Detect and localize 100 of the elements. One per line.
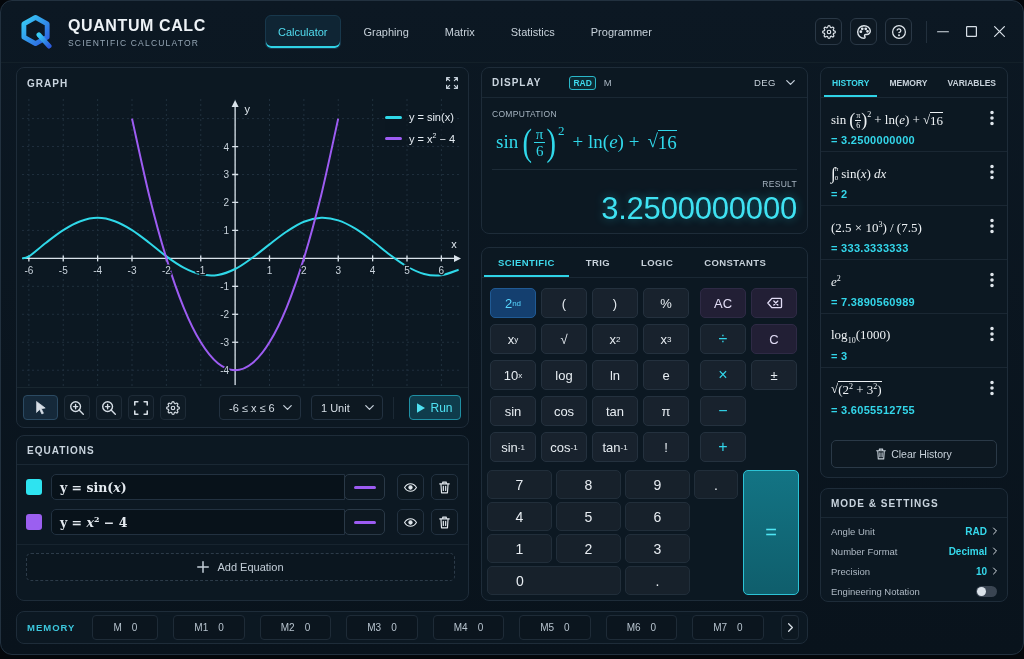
history-expression[interactable]: √(2$^{2}$ + 3$^{2}$) [831, 379, 882, 401]
function-key[interactable]: e [643, 360, 689, 390]
theme-button[interactable] [850, 18, 877, 45]
number-key[interactable]: 1 [487, 534, 552, 563]
memory-slot[interactable]: M3 0 [346, 615, 418, 640]
memory-slot[interactable]: M1 0 [173, 615, 245, 640]
clear-key[interactable]: AC [700, 288, 746, 318]
setting-value[interactable]: 10 [975, 565, 997, 577]
memory-slot[interactable]: M4 0 [432, 615, 505, 640]
function-key[interactable]: √ [541, 324, 587, 354]
history-tab[interactable]: HISTORY [824, 68, 878, 97]
function-key[interactable]: cos$^{-1}$ [541, 432, 587, 462]
history-tab[interactable]: MEMORY [881, 68, 936, 97]
keypad-tab[interactable]: CONSTANTS [690, 248, 781, 277]
delete-button[interactable] [431, 474, 458, 500]
function-key[interactable]: log [541, 360, 587, 390]
backspace-key[interactable] [751, 288, 797, 318]
function-key[interactable]: sin$^{-1}$ [490, 432, 536, 462]
function-key[interactable]: ± [751, 360, 797, 390]
add-equation-button[interactable]: Add Equation [26, 553, 455, 581]
function-key[interactable]: ln [592, 360, 638, 390]
zoom-button[interactable] [96, 395, 122, 420]
number-key[interactable]: 7 [487, 470, 552, 499]
toggle-switch[interactable] [976, 585, 997, 597]
angle-mode-dropdown[interactable]: DEG [753, 77, 797, 88]
delete-button[interactable] [431, 509, 458, 535]
clear-key[interactable]: C [751, 324, 797, 354]
number-key[interactable]: 0 [487, 566, 621, 595]
function-key[interactable]: x$^{3}$ [643, 324, 689, 354]
number-key[interactable]: 2 [556, 534, 621, 563]
number-key[interactable]: . [694, 470, 738, 499]
next-button[interactable] [781, 615, 799, 640]
function-key[interactable]: 10$^{x}$ [490, 360, 536, 390]
operator-key[interactable]: − [700, 396, 746, 426]
setting-value[interactable]: RAD [965, 525, 997, 537]
clear-history-button[interactable]: Clear History [831, 440, 997, 468]
graph-settings-button[interactable] [160, 395, 186, 420]
function-key[interactable]: sin [490, 396, 536, 426]
color-swatch-icon[interactable] [26, 514, 42, 530]
function-key[interactable]: ( [541, 288, 587, 318]
vertical-dots-icon[interactable] [990, 273, 994, 287]
number-key[interactable]: 5 [556, 502, 621, 531]
number-key[interactable]: 9 [625, 470, 690, 499]
function-key[interactable]: ) [592, 288, 638, 318]
number-key[interactable]: 4 [487, 502, 552, 531]
vertical-dots-icon[interactable] [990, 327, 994, 341]
help-button[interactable] [885, 18, 912, 45]
memory-slot[interactable]: M 0 [92, 615, 159, 640]
show-button[interactable] [397, 509, 424, 535]
operator-key[interactable]: × [700, 360, 746, 390]
operator-key[interactable]: + [700, 432, 746, 462]
history-expression[interactable]: e$^{2}$ [831, 271, 841, 293]
function-key[interactable]: tan [592, 396, 638, 426]
history-tab[interactable]: VARIABLES [939, 68, 1004, 97]
equation-field[interactable]: y = x$^{2}$ − 4 [51, 509, 345, 535]
memory-slot[interactable]: M5 0 [519, 615, 591, 640]
function-key[interactable]: ! [643, 432, 689, 462]
keypad-tab[interactable]: TRIG [571, 248, 625, 277]
function-key[interactable]: % [643, 288, 689, 318]
zoom-button[interactable] [64, 395, 90, 420]
run-button[interactable]: Run [409, 395, 461, 420]
keypad-tab[interactable]: SCIENTIFIC [484, 248, 569, 277]
number-key[interactable]: 3 [625, 534, 690, 563]
keypad-tab[interactable]: LOGIC [627, 248, 688, 277]
vertical-dots-icon[interactable] [990, 165, 994, 179]
nav-tab[interactable]: Calculator [265, 14, 341, 49]
function-key[interactable]: tan$^{-1}$ [592, 432, 638, 462]
number-key[interactable]: 6 [625, 502, 690, 531]
second-function-key[interactable]: 2$^{nd}$ [490, 288, 536, 318]
maximize-icon[interactable] [966, 26, 977, 37]
nav-tab[interactable]: Programmer [577, 14, 665, 49]
vertical-dots-icon[interactable] [990, 381, 994, 395]
color-swatch-icon[interactable] [26, 479, 42, 495]
operator-key[interactable]: ÷ [700, 324, 746, 354]
history-expression[interactable]: (2.5 × 10$^{3}$) / (7.5) [831, 217, 922, 239]
function-key[interactable]: π [643, 396, 689, 426]
pointer-tool-button[interactable] [23, 395, 58, 420]
history-expression[interactable]: log$_{10}$(1000) [831, 325, 891, 347]
expand-icon[interactable] [446, 77, 458, 89]
close-icon[interactable] [994, 26, 1005, 37]
function-key[interactable]: x$^{2}$ [592, 324, 638, 354]
line-style-button[interactable] [344, 509, 385, 535]
show-button[interactable] [397, 474, 424, 500]
minimize-icon[interactable] [937, 30, 949, 33]
memory-slot[interactable]: M6 0 [605, 615, 678, 640]
setting-value[interactable]: Decimal [948, 545, 997, 557]
equals-key[interactable]: = [743, 470, 799, 595]
number-key[interactable]: 8 [556, 470, 621, 499]
fit-view-button[interactable] [128, 395, 154, 420]
equation-field[interactable]: y = sin(x) [51, 474, 345, 500]
step-dropdown[interactable]: 1 Unit [311, 395, 383, 420]
vertical-dots-icon[interactable] [990, 111, 994, 125]
function-key[interactable]: cos [541, 396, 587, 426]
range-dropdown[interactable]: -6 ≤ x ≤ 6 [219, 395, 301, 420]
nav-tab[interactable]: Graphing [350, 14, 422, 49]
nav-tab[interactable]: Matrix [431, 14, 488, 49]
memory-slot[interactable]: M7 0 [692, 615, 764, 640]
function-key[interactable]: x$^{y}$ [490, 324, 536, 354]
settings-button[interactable] [815, 18, 842, 45]
vertical-dots-icon[interactable] [990, 219, 994, 233]
